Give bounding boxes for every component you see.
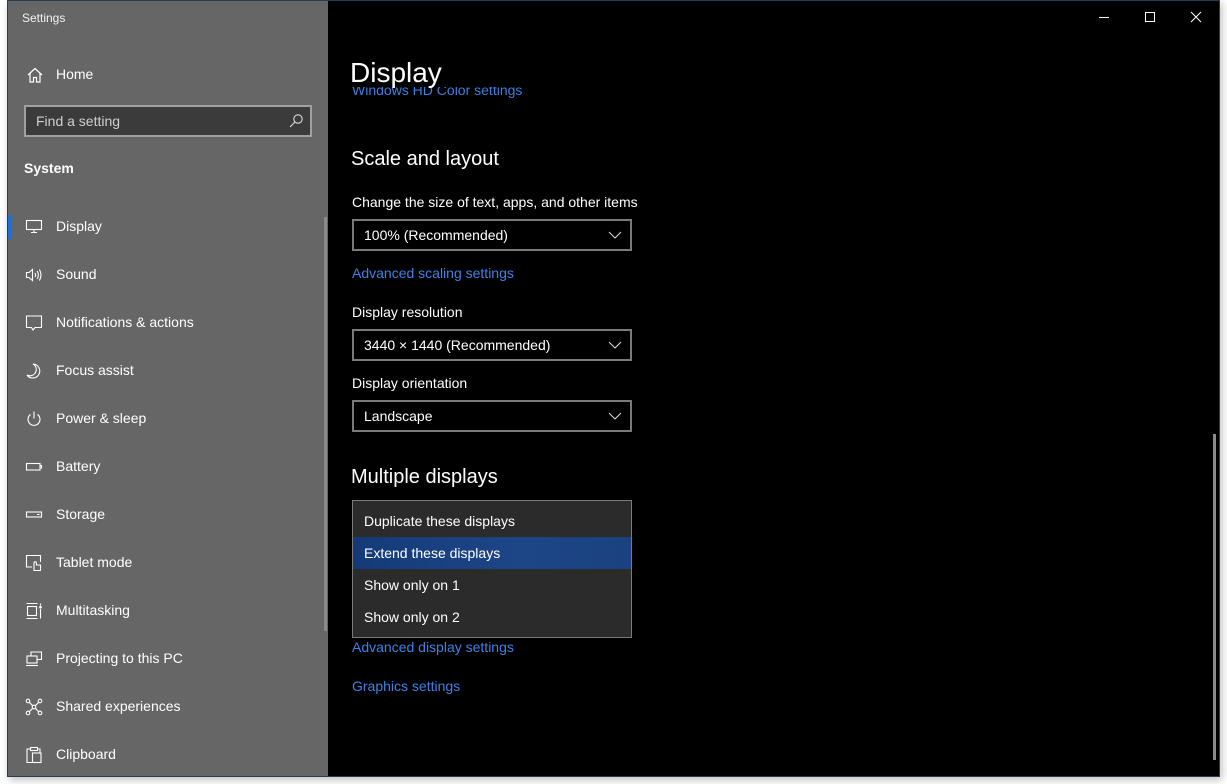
orientation-label: Display orientation [352, 375, 468, 391]
sidebar-item-label: Clipboard [56, 746, 116, 762]
moon-icon [25, 362, 43, 380]
sidebar-item-label: Battery [56, 458, 101, 474]
sidebar-item-label: Shared experiences [56, 698, 181, 714]
sidebar-item-shared-experiences[interactable]: Shared experiences [8, 683, 324, 731]
projecting-icon [25, 650, 43, 668]
sidebar-item-label: Display [56, 218, 102, 234]
sidebar-item-focus-assist[interactable]: Focus assist [8, 347, 324, 395]
settings-window: Settings Home System [7, 0, 1220, 777]
main-content: Windows HD Color settings Display Scale … [328, 1, 1219, 776]
chevron-down-icon [608, 231, 622, 239]
resolution-dropdown[interactable]: 3440 × 1440 (Recommended) [352, 329, 632, 361]
sidebar-item-label: Sound [56, 266, 97, 282]
multiple-displays-dropdown-list[interactable]: Duplicate these displays Extend these di… [352, 500, 632, 638]
dropdown-option-duplicate[interactable]: Duplicate these displays [353, 505, 631, 537]
chevron-down-icon [608, 341, 622, 349]
app-title: Settings [22, 11, 66, 25]
sidebar-item-tablet-mode[interactable]: Tablet mode [8, 539, 324, 587]
sidebar-item-clipboard[interactable]: Clipboard [8, 731, 324, 776]
orientation-dropdown[interactable]: Landscape [352, 400, 632, 432]
sidebar-scrollbar[interactable] [324, 217, 327, 631]
page-title: Display [350, 57, 442, 88]
maximize-icon [1145, 12, 1155, 22]
sidebar-item-notifications[interactable]: Notifications & actions [8, 299, 324, 347]
orientation-value: Landscape [364, 408, 433, 424]
sidebar-item-label: Notifications & actions [56, 314, 194, 330]
sidebar-nav: Display Sound Notifications & actions Fo… [8, 203, 324, 776]
dropdown-option-extend[interactable]: Extend these displays [353, 537, 631, 569]
sidebar-item-label: Multitasking [56, 602, 130, 618]
sidebar-item-label: Projecting to this PC [56, 650, 183, 666]
minimize-icon [1099, 17, 1109, 18]
text-size-value: 100% (Recommended) [364, 227, 508, 243]
multitasking-icon [25, 602, 43, 620]
sidebar: Settings Home System [8, 1, 328, 776]
monitor-icon [25, 218, 43, 236]
storage-icon [25, 506, 43, 524]
clipboard-icon [25, 746, 43, 764]
sidebar-item-power-sleep[interactable]: Power & sleep [8, 395, 324, 443]
search-icon[interactable] [288, 113, 304, 129]
sidebar-home-label: Home [56, 66, 94, 82]
hd-color-settings-link[interactable]: Windows HD Color settings [352, 87, 522, 103]
advanced-display-settings-link[interactable]: Advanced display settings [352, 639, 514, 655]
shared-experiences-icon [25, 698, 43, 716]
notification-icon [25, 314, 43, 332]
close-button[interactable] [1173, 1, 1219, 33]
resolution-value: 3440 × 1440 (Recommended) [364, 337, 551, 353]
sidebar-item-multitasking[interactable]: Multitasking [8, 587, 324, 635]
graphics-settings-link[interactable]: Graphics settings [352, 678, 460, 694]
sidebar-item-display[interactable]: Display [8, 203, 324, 251]
battery-icon [25, 458, 43, 476]
maximize-button[interactable] [1127, 1, 1173, 33]
minimize-button[interactable] [1081, 1, 1127, 33]
tablet-mode-icon [25, 554, 43, 572]
resolution-label: Display resolution [352, 304, 463, 320]
sidebar-item-sound[interactable]: Sound [8, 251, 324, 299]
dropdown-option-show-only-2[interactable]: Show only on 2 [353, 601, 631, 633]
active-indicator [8, 215, 12, 239]
sidebar-item-projecting[interactable]: Projecting to this PC [8, 635, 324, 683]
sidebar-item-battery[interactable]: Battery [8, 443, 324, 491]
section-label-system: System [24, 160, 74, 176]
sidebar-item-storage[interactable]: Storage [8, 491, 324, 539]
search-input[interactable] [26, 107, 276, 135]
text-size-dropdown[interactable]: 100% (Recommended) [352, 219, 632, 251]
sidebar-item-label: Power & sleep [56, 410, 147, 426]
chevron-down-icon [608, 412, 622, 420]
home-icon [26, 66, 44, 84]
power-icon [25, 410, 43, 428]
close-icon [1190, 11, 1202, 23]
sidebar-home[interactable]: Home [8, 57, 328, 93]
sidebar-item-label: Storage [56, 506, 106, 522]
text-size-label: Change the size of text, apps, and other… [352, 194, 638, 210]
main-scrollbar[interactable] [1213, 434, 1216, 760]
multiple-displays-heading: Multiple displays [351, 466, 498, 488]
advanced-scaling-link[interactable]: Advanced scaling settings [352, 265, 514, 281]
scale-layout-heading: Scale and layout [351, 148, 499, 170]
dropdown-option-show-only-1[interactable]: Show only on 1 [353, 569, 631, 601]
speaker-icon [25, 266, 43, 284]
sidebar-item-label: Tablet mode [56, 554, 133, 570]
search-box[interactable] [24, 105, 312, 137]
sidebar-item-label: Focus assist [56, 362, 134, 378]
